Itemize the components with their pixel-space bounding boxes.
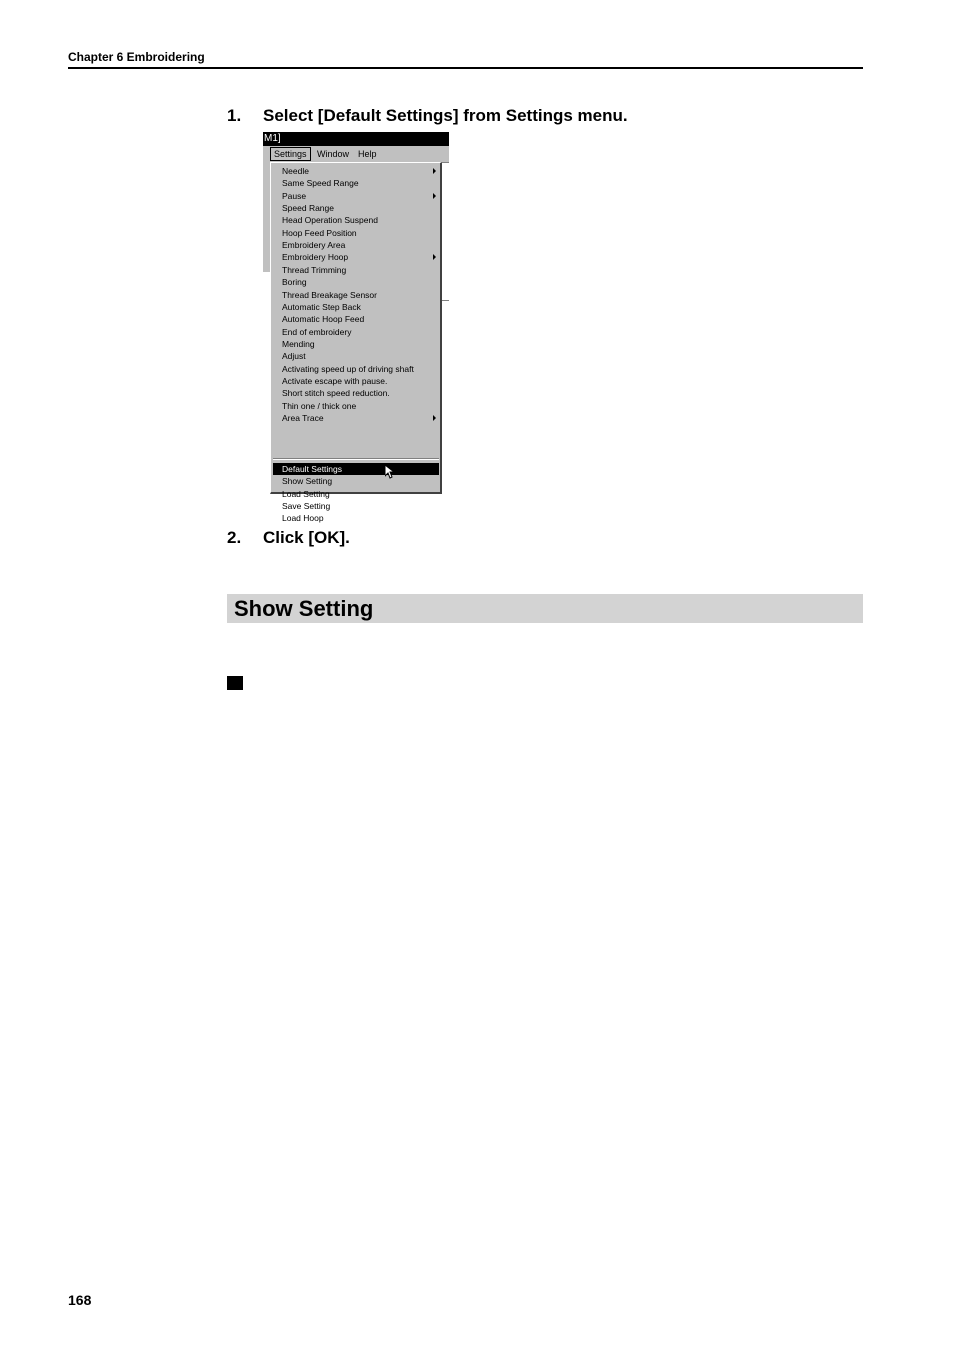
menu-help[interactable]: Help — [355, 148, 380, 160]
page-number: 168 — [68, 1292, 92, 1308]
menu-item-label: Activating speed up of driving shaft — [282, 363, 414, 374]
menu-item[interactable]: End of embroidery — [273, 326, 439, 338]
menu-bar: Settings Window Help — [263, 146, 449, 163]
chapter-header: Chapter 6 Embroidering — [68, 50, 205, 64]
window-title-bar: M1] — [263, 132, 449, 146]
menu-item-label: Adjust — [282, 351, 306, 362]
menu-item-label: Mending — [282, 338, 315, 349]
menu-item-label: Embroidery Hoop — [282, 252, 349, 263]
step-1-text: Select [Default Settings] from Settings … — [263, 106, 628, 125]
menu-item[interactable]: Same Speed Range — [273, 177, 439, 189]
menu-item[interactable]: Head Operation Suspend — [273, 214, 439, 226]
menu-item-label: Speed Range — [282, 203, 334, 214]
menu-item[interactable]: Show Setting — [273, 475, 439, 487]
step-1: 1. Select [Default Settings] from Setting… — [227, 106, 628, 126]
menu-item-label: Head Operation Suspend — [282, 215, 378, 226]
menu-item[interactable]: Adjust — [273, 350, 439, 362]
menu-item-label: Needle — [282, 166, 309, 176]
step-2: 2. Click [OK]. — [227, 528, 350, 548]
menu-item[interactable]: Load Setting — [273, 488, 439, 500]
menu-item[interactable]: Activate escape with pause. — [273, 375, 439, 387]
menu-item[interactable]: Hoop Feed Position — [273, 227, 439, 239]
section-title: Show Setting — [234, 596, 374, 621]
menu-item[interactable]: Load Hoop — [273, 512, 439, 524]
menu-item[interactable]: Thread Breakage Sensor — [273, 289, 439, 301]
menu-item-label: Boring — [282, 277, 307, 288]
menu-item-label: Thread Breakage Sensor — [282, 289, 377, 300]
step-2-number: 2. — [227, 528, 242, 547]
submenu-arrow-icon — [433, 254, 436, 261]
menu-item-label: Automatic Hoop Feed — [282, 314, 365, 325]
submenu-arrow-icon — [433, 192, 436, 199]
section-heading-bar: Show Setting — [227, 594, 863, 623]
mouse-pointer-icon — [385, 465, 395, 479]
menu-item-label: Thin one / thick one — [282, 400, 357, 411]
menu-item[interactable]: Speed Range — [273, 202, 439, 214]
submenu-arrow-icon — [433, 168, 436, 174]
bullet-square-icon — [227, 676, 243, 690]
settings-dropdown: Needle Same Speed Range Pause Speed Range He… — [270, 162, 442, 523]
step-2-text: Click [OK]. — [263, 528, 350, 547]
menu-item[interactable]: Short stitch speed reduction. — [273, 387, 439, 399]
menu-item[interactable]: Automatic Step Back — [273, 301, 439, 313]
menu-item[interactable]: Automatic Hoop Feed — [273, 313, 439, 325]
menu-item-label: Automatic Step Back — [282, 301, 361, 312]
menu-item[interactable]: Activating speed up of driving shaft — [273, 363, 439, 375]
menu-item-label: Pause — [282, 190, 307, 201]
menu-item-label: Area Trace — [282, 413, 324, 423]
background-divider — [442, 300, 449, 301]
settings-menu-screenshot: M1] Settings Window Help Needle Same Spee… — [263, 132, 449, 523]
menu-item[interactable]: Mending — [273, 338, 439, 350]
menu-item-label: Embroidery Area — [282, 240, 346, 251]
menu-separator — [273, 458, 439, 460]
menu-item-label: Activate escape with pause. — [282, 375, 388, 386]
menu-item-label: Short stitch speed reduction. — [282, 388, 390, 399]
menu-item-label: End of embroidery — [282, 326, 352, 337]
menu-item[interactable]: Embroidery Area — [273, 239, 439, 251]
menu-item[interactable]: Boring — [273, 276, 439, 288]
header-rule — [68, 67, 863, 69]
menu-item[interactable]: Save Setting — [273, 500, 439, 512]
menu-item-label: Hoop Feed Position — [282, 227, 357, 238]
submenu-arrow-icon — [433, 415, 436, 421]
menu-item[interactable]: Needle — [273, 165, 439, 177]
menu-item[interactable]: Thin one / thick one — [273, 400, 439, 412]
menu-settings[interactable]: Settings — [270, 147, 311, 161]
menu-item-label: Thread Trimming — [282, 264, 347, 275]
menu-item-selected[interactable]: Default Settings — [273, 463, 439, 475]
step-1-number: 1. — [227, 106, 242, 125]
menu-item[interactable]: Pause — [273, 190, 439, 202]
menu-item[interactable]: Embroidery Hoop — [273, 251, 439, 263]
menu-item[interactable]: Thread Trimming — [273, 264, 439, 276]
menu-window[interactable]: Window — [314, 148, 352, 160]
menu-item-label: Same Speed Range — [282, 178, 359, 189]
menu-item[interactable]: Area Trace — [273, 412, 439, 424]
